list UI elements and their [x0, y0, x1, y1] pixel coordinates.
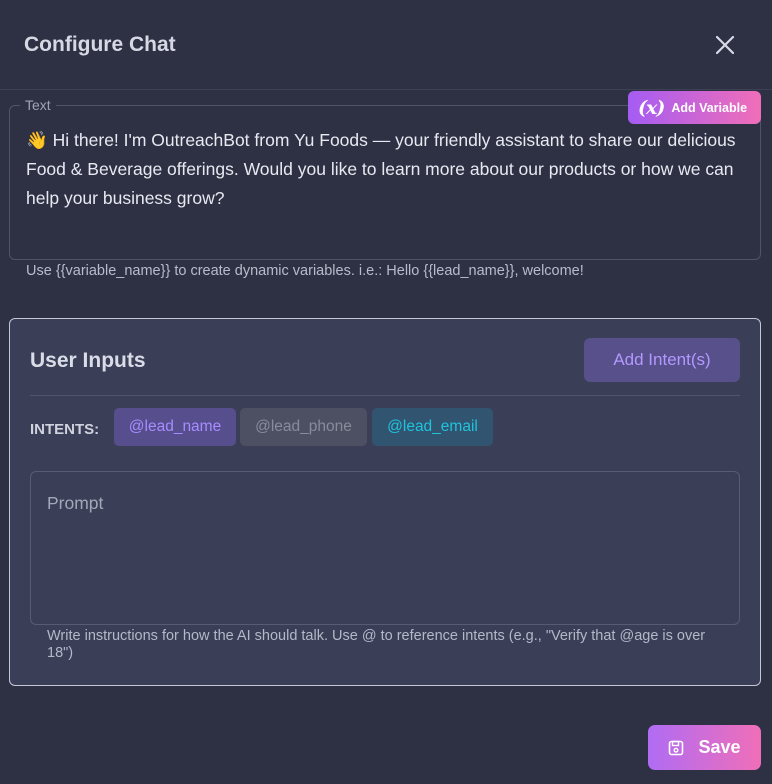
- modal-header: Configure Chat: [0, 0, 772, 90]
- prompt-placeholder: Prompt: [47, 493, 104, 513]
- save-label: Save: [698, 737, 741, 757]
- divider: [30, 395, 740, 396]
- intents-label: INTENTS:: [30, 421, 100, 438]
- add-variable-button[interactable]: (x) Add Variable: [628, 91, 761, 124]
- close-icon[interactable]: [710, 30, 740, 60]
- save-icon: [669, 740, 684, 755]
- prompt-help-text: Write instructions for how the AI should…: [47, 628, 706, 661]
- save-button[interactable]: Save: [648, 725, 761, 770]
- intent-chip-lead-email[interactable]: @lead_email: [372, 408, 493, 446]
- text-field-content[interactable]: 👋 Hi there! I'm OutreachBot from Yu Food…: [26, 126, 746, 213]
- add-intent-button[interactable]: Add Intent(s): [584, 338, 740, 382]
- add-variable-label: Add Variable: [671, 100, 748, 115]
- intent-chip-lead-phone[interactable]: @lead_phone: [240, 408, 367, 446]
- variable-icon: (x): [638, 96, 665, 119]
- user-inputs-title: User Inputs: [30, 349, 146, 372]
- prompt-input[interactable]: [30, 471, 740, 625]
- variable-help-text: Use {{variable_name}} to create dynamic …: [26, 263, 584, 279]
- text-field-label: Text: [20, 97, 56, 113]
- intent-chip-lead-name[interactable]: @lead_name: [114, 408, 236, 446]
- modal-title: Configure Chat: [24, 33, 176, 56]
